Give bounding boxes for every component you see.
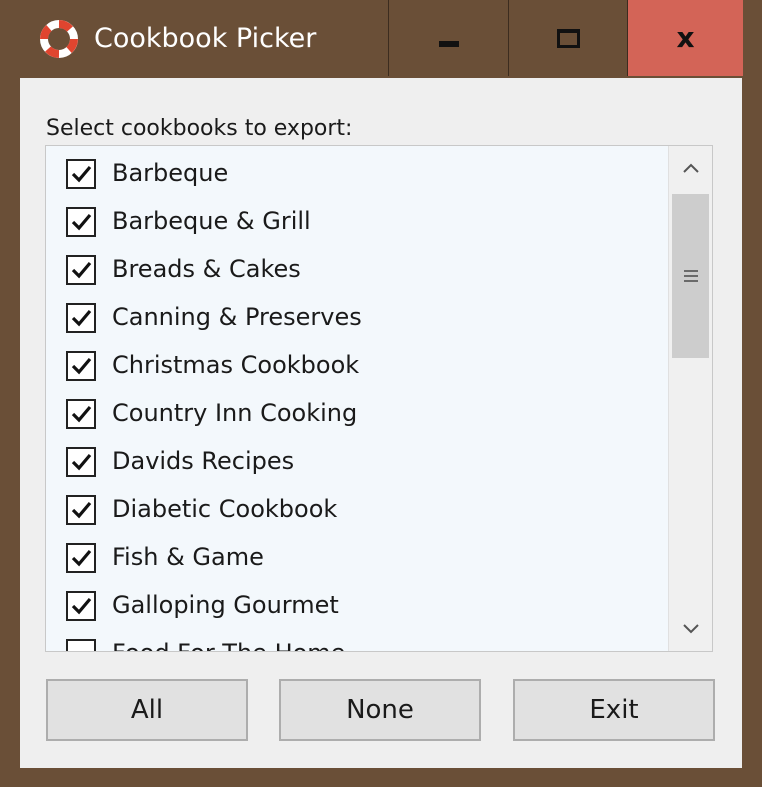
list-item[interactable]: Diabetic Cookbook	[46, 482, 666, 528]
list-item[interactable]: Christmas Cookbook	[46, 338, 666, 384]
checkmark-icon	[71, 213, 92, 231]
window-title: Cookbook Picker	[94, 23, 317, 54]
list-item[interactable]: Fish & Game	[46, 530, 666, 576]
grip-icon	[683, 267, 698, 285]
checkmark-icon	[71, 597, 92, 615]
checkmark-icon	[71, 453, 92, 471]
list-item-label: Food For The Home	[112, 636, 345, 651]
checkmark-icon	[71, 261, 92, 279]
list-item-label: Canning & Preserves	[112, 303, 362, 331]
checkmark-icon	[71, 549, 92, 567]
list-item[interactable]: Galloping Gourmet	[46, 578, 666, 624]
exit-button[interactable]: Exit	[513, 679, 715, 741]
list-item[interactable]: Food For The Home	[46, 626, 666, 651]
list-item-label: Barbeque	[112, 159, 229, 187]
checkmark-icon	[71, 357, 92, 375]
title-bar[interactable]: Cookbook Picker x	[0, 0, 762, 76]
checkbox[interactable]	[66, 207, 96, 237]
list-item-label: Fish & Game	[112, 543, 264, 571]
list-item-label: Barbeque & Grill	[112, 207, 311, 235]
list-item-label: Galloping Gourmet	[112, 591, 339, 619]
lifebuoy-icon	[40, 20, 78, 58]
list-item[interactable]: Barbeque & Grill	[46, 194, 666, 240]
checkbox[interactable]	[66, 447, 96, 477]
checkbox[interactable]	[66, 543, 96, 573]
checkmark-icon	[71, 405, 92, 423]
chevron-down-icon	[682, 624, 699, 634]
select-all-button[interactable]: All	[46, 679, 248, 741]
select-none-button[interactable]: None	[279, 679, 481, 741]
minimize-button[interactable]	[388, 0, 508, 76]
checkmark-icon	[71, 501, 92, 519]
chevron-up-icon	[682, 163, 699, 173]
checkbox[interactable]	[66, 303, 96, 333]
list-item[interactable]: Breads & Cakes	[46, 242, 666, 288]
list-item-label: Christmas Cookbook	[112, 351, 360, 379]
scroll-down-button[interactable]	[669, 607, 712, 651]
client-area: Select cookbooks to export: Barbeque Barb…	[20, 78, 742, 768]
vertical-scrollbar[interactable]	[668, 146, 712, 651]
list-item-label: Breads & Cakes	[112, 255, 301, 283]
checkbox[interactable]	[66, 591, 96, 621]
scroll-up-button[interactable]	[669, 146, 712, 190]
checkbox[interactable]	[66, 159, 96, 189]
checkmark-icon	[71, 165, 92, 183]
minimize-icon	[438, 41, 459, 47]
list-item-label: Diabetic Cookbook	[112, 495, 338, 523]
maximize-button[interactable]	[508, 0, 628, 76]
maximize-icon	[557, 28, 580, 48]
checkbox[interactable]	[66, 399, 96, 429]
list-item-label: Davids Recipes	[112, 447, 295, 475]
export-prompt-label: Select cookbooks to export:	[46, 116, 353, 141]
checkbox[interactable]	[66, 351, 96, 381]
cookbook-checklist[interactable]: Barbeque Barbeque & Grill Breads & Cakes Ca…	[45, 145, 713, 652]
cookbook-picker-window: Cookbook Picker x Select cookbooks to ex…	[0, 0, 762, 787]
scroll-thumb[interactable]	[672, 194, 709, 358]
list-item[interactable]: Davids Recipes	[46, 434, 666, 480]
checkbox[interactable]	[66, 495, 96, 525]
close-icon: x	[676, 21, 695, 54]
list-item[interactable]: Canning & Preserves	[46, 290, 666, 336]
checkmark-icon	[71, 309, 92, 327]
checkbox[interactable]	[66, 639, 96, 651]
close-button[interactable]: x	[627, 0, 743, 76]
list-item-label: Country Inn Cooking	[112, 399, 358, 427]
list-item[interactable]: Country Inn Cooking	[46, 386, 666, 432]
checkbox[interactable]	[66, 255, 96, 285]
list-item[interactable]: Barbeque	[46, 146, 666, 192]
